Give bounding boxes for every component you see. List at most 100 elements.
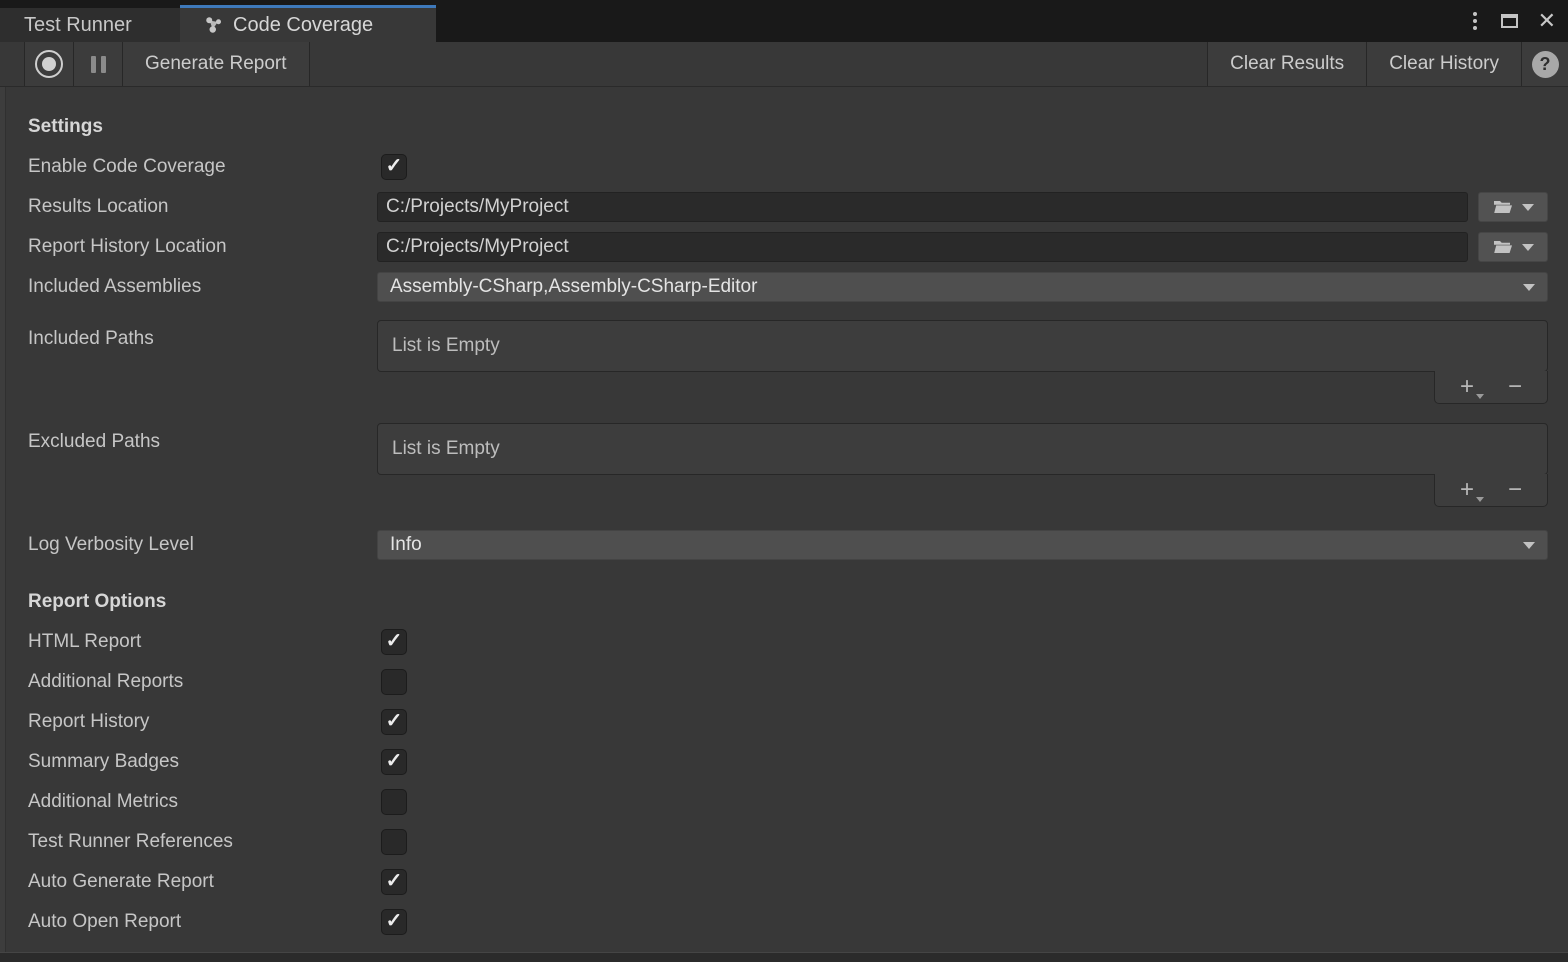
- code-coverage-icon: [204, 15, 224, 35]
- html-report-row: HTML Report ✓: [0, 622, 1548, 662]
- chevron-down-icon: [1523, 542, 1535, 549]
- included-paths-list[interactable]: List is Empty: [377, 320, 1548, 372]
- html-report-label: HTML Report: [0, 631, 377, 653]
- remove-included-path-button[interactable]: −: [1502, 375, 1528, 399]
- report-history-row: Report History ✓: [0, 702, 1548, 742]
- excluded-paths-row: Excluded Paths List is Empty + −: [0, 423, 1548, 507]
- pause-icon: [91, 56, 106, 73]
- help-icon: ?: [1532, 51, 1559, 78]
- minus-icon: −: [1508, 373, 1522, 400]
- generate-report-button[interactable]: Generate Report: [123, 42, 310, 86]
- excluded-paths-list[interactable]: List is Empty: [377, 423, 1548, 475]
- plus-icon: +: [1460, 373, 1474, 400]
- report-history-location-label: Report History Location: [0, 236, 377, 258]
- tab-test-runner[interactable]: Test Runner: [0, 8, 180, 42]
- minus-icon: −: [1508, 476, 1522, 503]
- kebab-menu-icon[interactable]: [1469, 8, 1481, 34]
- toolbar-fill: [310, 42, 1209, 86]
- log-verbosity-dropdown[interactable]: Info: [377, 530, 1548, 560]
- results-location-folder-button[interactable]: [1478, 192, 1548, 222]
- summary-badges-label: Summary Badges: [0, 751, 377, 773]
- auto-generate-report-row: Auto Generate Report ✓: [0, 862, 1548, 902]
- additional-metrics-row: Additional Metrics ✓: [0, 782, 1548, 822]
- toolbar-spacer: [0, 42, 25, 86]
- close-icon[interactable]: ✕: [1538, 10, 1556, 32]
- report-options-header-row: Report Options: [0, 582, 1548, 622]
- additional-metrics-label: Additional Metrics: [0, 791, 377, 813]
- chevron-down-icon: [1523, 284, 1535, 291]
- enable-code-coverage-label: Enable Code Coverage: [0, 156, 377, 178]
- report-options-header: Report Options: [0, 591, 377, 613]
- results-location-label: Results Location: [0, 196, 377, 218]
- included-assemblies-value: Assembly-CSharp,Assembly-CSharp-Editor: [390, 276, 1523, 298]
- help-button[interactable]: ?: [1522, 42, 1568, 86]
- tab-label: Test Runner: [24, 14, 132, 37]
- code-coverage-panel: Settings Enable Code Coverage ✓ Results …: [0, 87, 1568, 942]
- tab-label: Code Coverage: [233, 14, 373, 37]
- remove-excluded-path-button[interactable]: −: [1502, 478, 1528, 502]
- start-recording-button[interactable]: [25, 42, 74, 86]
- summary-badges-row: Summary Badges ✓: [0, 742, 1548, 782]
- enable-code-coverage-checkbox[interactable]: ✓: [381, 154, 407, 180]
- included-assemblies-label: Included Assemblies: [0, 276, 377, 298]
- window-bottom-edge: [0, 952, 1568, 962]
- test-runner-references-row: Test Runner References ✓: [0, 822, 1548, 862]
- checkmark-icon: ✓: [386, 871, 403, 891]
- maximize-icon[interactable]: [1501, 14, 1518, 28]
- summary-badges-checkbox[interactable]: ✓: [381, 749, 407, 775]
- report-history-location-input[interactable]: [377, 232, 1468, 262]
- additional-reports-label: Additional Reports: [0, 671, 377, 693]
- log-verbosity-label: Log Verbosity Level: [0, 534, 377, 556]
- toolbar: Generate Report Clear Results Clear Hist…: [0, 42, 1568, 87]
- excluded-paths-label: Excluded Paths: [0, 423, 377, 453]
- html-report-checkbox[interactable]: ✓: [381, 629, 407, 655]
- results-location-input[interactable]: [377, 192, 1468, 222]
- auto-open-report-row: Auto Open Report ✓: [0, 902, 1548, 942]
- folder-icon: [1493, 239, 1513, 255]
- chevron-down-icon: [1476, 394, 1484, 399]
- report-history-checkbox[interactable]: ✓: [381, 709, 407, 735]
- auto-generate-report-checkbox[interactable]: ✓: [381, 869, 407, 895]
- add-included-path-button[interactable]: +: [1454, 375, 1480, 399]
- included-assemblies-row: Included Assemblies Assembly-CSharp,Asse…: [0, 267, 1548, 307]
- checkmark-icon: ✓: [386, 911, 403, 931]
- included-paths-label: Included Paths: [0, 320, 377, 350]
- excluded-paths-list-footer: + −: [1434, 474, 1548, 507]
- add-excluded-path-button[interactable]: +: [1454, 478, 1480, 502]
- chevron-down-icon: [1476, 497, 1484, 502]
- list-empty-text: List is Empty: [392, 335, 500, 357]
- record-icon: [35, 50, 63, 78]
- auto-open-report-checkbox[interactable]: ✓: [381, 909, 407, 935]
- auto-generate-report-label: Auto Generate Report: [0, 871, 377, 893]
- list-empty-text: List is Empty: [392, 438, 500, 460]
- test-runner-references-checkbox[interactable]: ✓: [381, 829, 407, 855]
- chevron-down-icon: [1522, 204, 1534, 211]
- additional-metrics-checkbox[interactable]: ✓: [381, 789, 407, 815]
- plus-icon: +: [1460, 476, 1474, 503]
- additional-reports-checkbox[interactable]: ✓: [381, 669, 407, 695]
- checkmark-icon: ✓: [386, 156, 403, 176]
- report-history-location-folder-button[interactable]: [1478, 232, 1548, 262]
- window-left-edge: [0, 87, 6, 952]
- log-verbosity-row: Log Verbosity Level Info: [0, 525, 1548, 565]
- folder-icon: [1493, 199, 1513, 215]
- additional-reports-row: Additional Reports ✓: [0, 662, 1548, 702]
- test-runner-references-label: Test Runner References: [0, 831, 377, 853]
- report-history-location-row: Report History Location: [0, 227, 1548, 267]
- clear-results-button[interactable]: Clear Results: [1208, 42, 1367, 86]
- included-assemblies-dropdown[interactable]: Assembly-CSharp,Assembly-CSharp-Editor: [377, 272, 1548, 302]
- chevron-down-icon: [1522, 244, 1534, 251]
- window-controls: ✕: [1469, 0, 1556, 42]
- results-location-row: Results Location: [0, 187, 1548, 227]
- enable-code-coverage-row: Enable Code Coverage ✓: [0, 147, 1548, 187]
- checkmark-icon: ✓: [386, 751, 403, 771]
- checkmark-icon: ✓: [386, 631, 403, 651]
- included-paths-list-footer: + −: [1434, 371, 1548, 404]
- log-verbosity-value: Info: [390, 534, 1523, 556]
- checkmark-icon: ✓: [386, 711, 403, 731]
- clear-history-button[interactable]: Clear History: [1367, 42, 1522, 86]
- settings-header: Settings: [0, 116, 377, 138]
- tab-code-coverage[interactable]: Code Coverage: [180, 5, 436, 42]
- included-paths-row: Included Paths List is Empty + −: [0, 320, 1548, 404]
- pause-recording-button[interactable]: [74, 42, 123, 86]
